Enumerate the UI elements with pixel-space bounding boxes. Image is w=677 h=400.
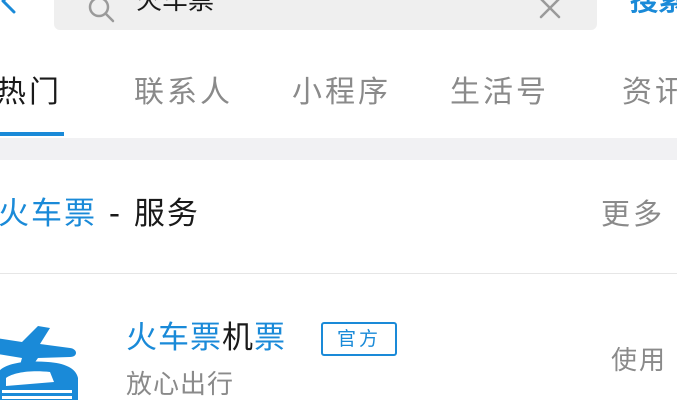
- official-badge: 官方: [321, 322, 397, 356]
- result-title-highlight-2: 票: [254, 320, 286, 356]
- chevron-left-icon[interactable]: [0, 0, 24, 16]
- result-title-middle: 机: [222, 320, 254, 356]
- service-result-item[interactable]: 火车票机票 官方 放心出行 使用: [0, 274, 677, 400]
- search-results-page: 火车票 搜索 热门 联系人 小程序 生活号 资讯 火车票 - 服务 更多 火车票…: [0, 0, 677, 400]
- search-query-text: 火车票: [136, 0, 215, 16]
- result-title-highlight: 火车票: [126, 320, 222, 356]
- result-title: 火车票机票: [126, 318, 286, 358]
- section-separator: [0, 138, 677, 160]
- result-subtitle: 放心出行: [126, 370, 235, 400]
- section-title-highlight: 火车票: [0, 196, 97, 232]
- tab-mini-programs[interactable]: 小程序: [292, 74, 391, 112]
- result-tabs: 热门 联系人 小程序 生活号 资讯: [0, 60, 677, 138]
- search-submit-button[interactable]: 搜索: [630, 0, 677, 18]
- section-title: 火车票 - 服务: [0, 193, 200, 235]
- search-icon: [88, 0, 115, 23]
- search-input[interactable]: 火车票: [54, 0, 597, 30]
- tab-contacts[interactable]: 联系人: [134, 74, 233, 112]
- use-button[interactable]: 使用: [611, 344, 667, 378]
- search-header: 火车票 搜索: [0, 0, 677, 46]
- train-plane-app-icon: [0, 326, 78, 400]
- tab-hot[interactable]: 热门: [0, 74, 62, 112]
- section-title-rest: - 服务: [97, 196, 200, 232]
- close-icon[interactable]: [536, 0, 564, 22]
- tab-news[interactable]: 资讯: [622, 74, 677, 112]
- tab-life-accounts[interactable]: 生活号: [450, 74, 549, 112]
- more-link[interactable]: 更多: [601, 195, 665, 233]
- active-tab-indicator: [0, 132, 64, 136]
